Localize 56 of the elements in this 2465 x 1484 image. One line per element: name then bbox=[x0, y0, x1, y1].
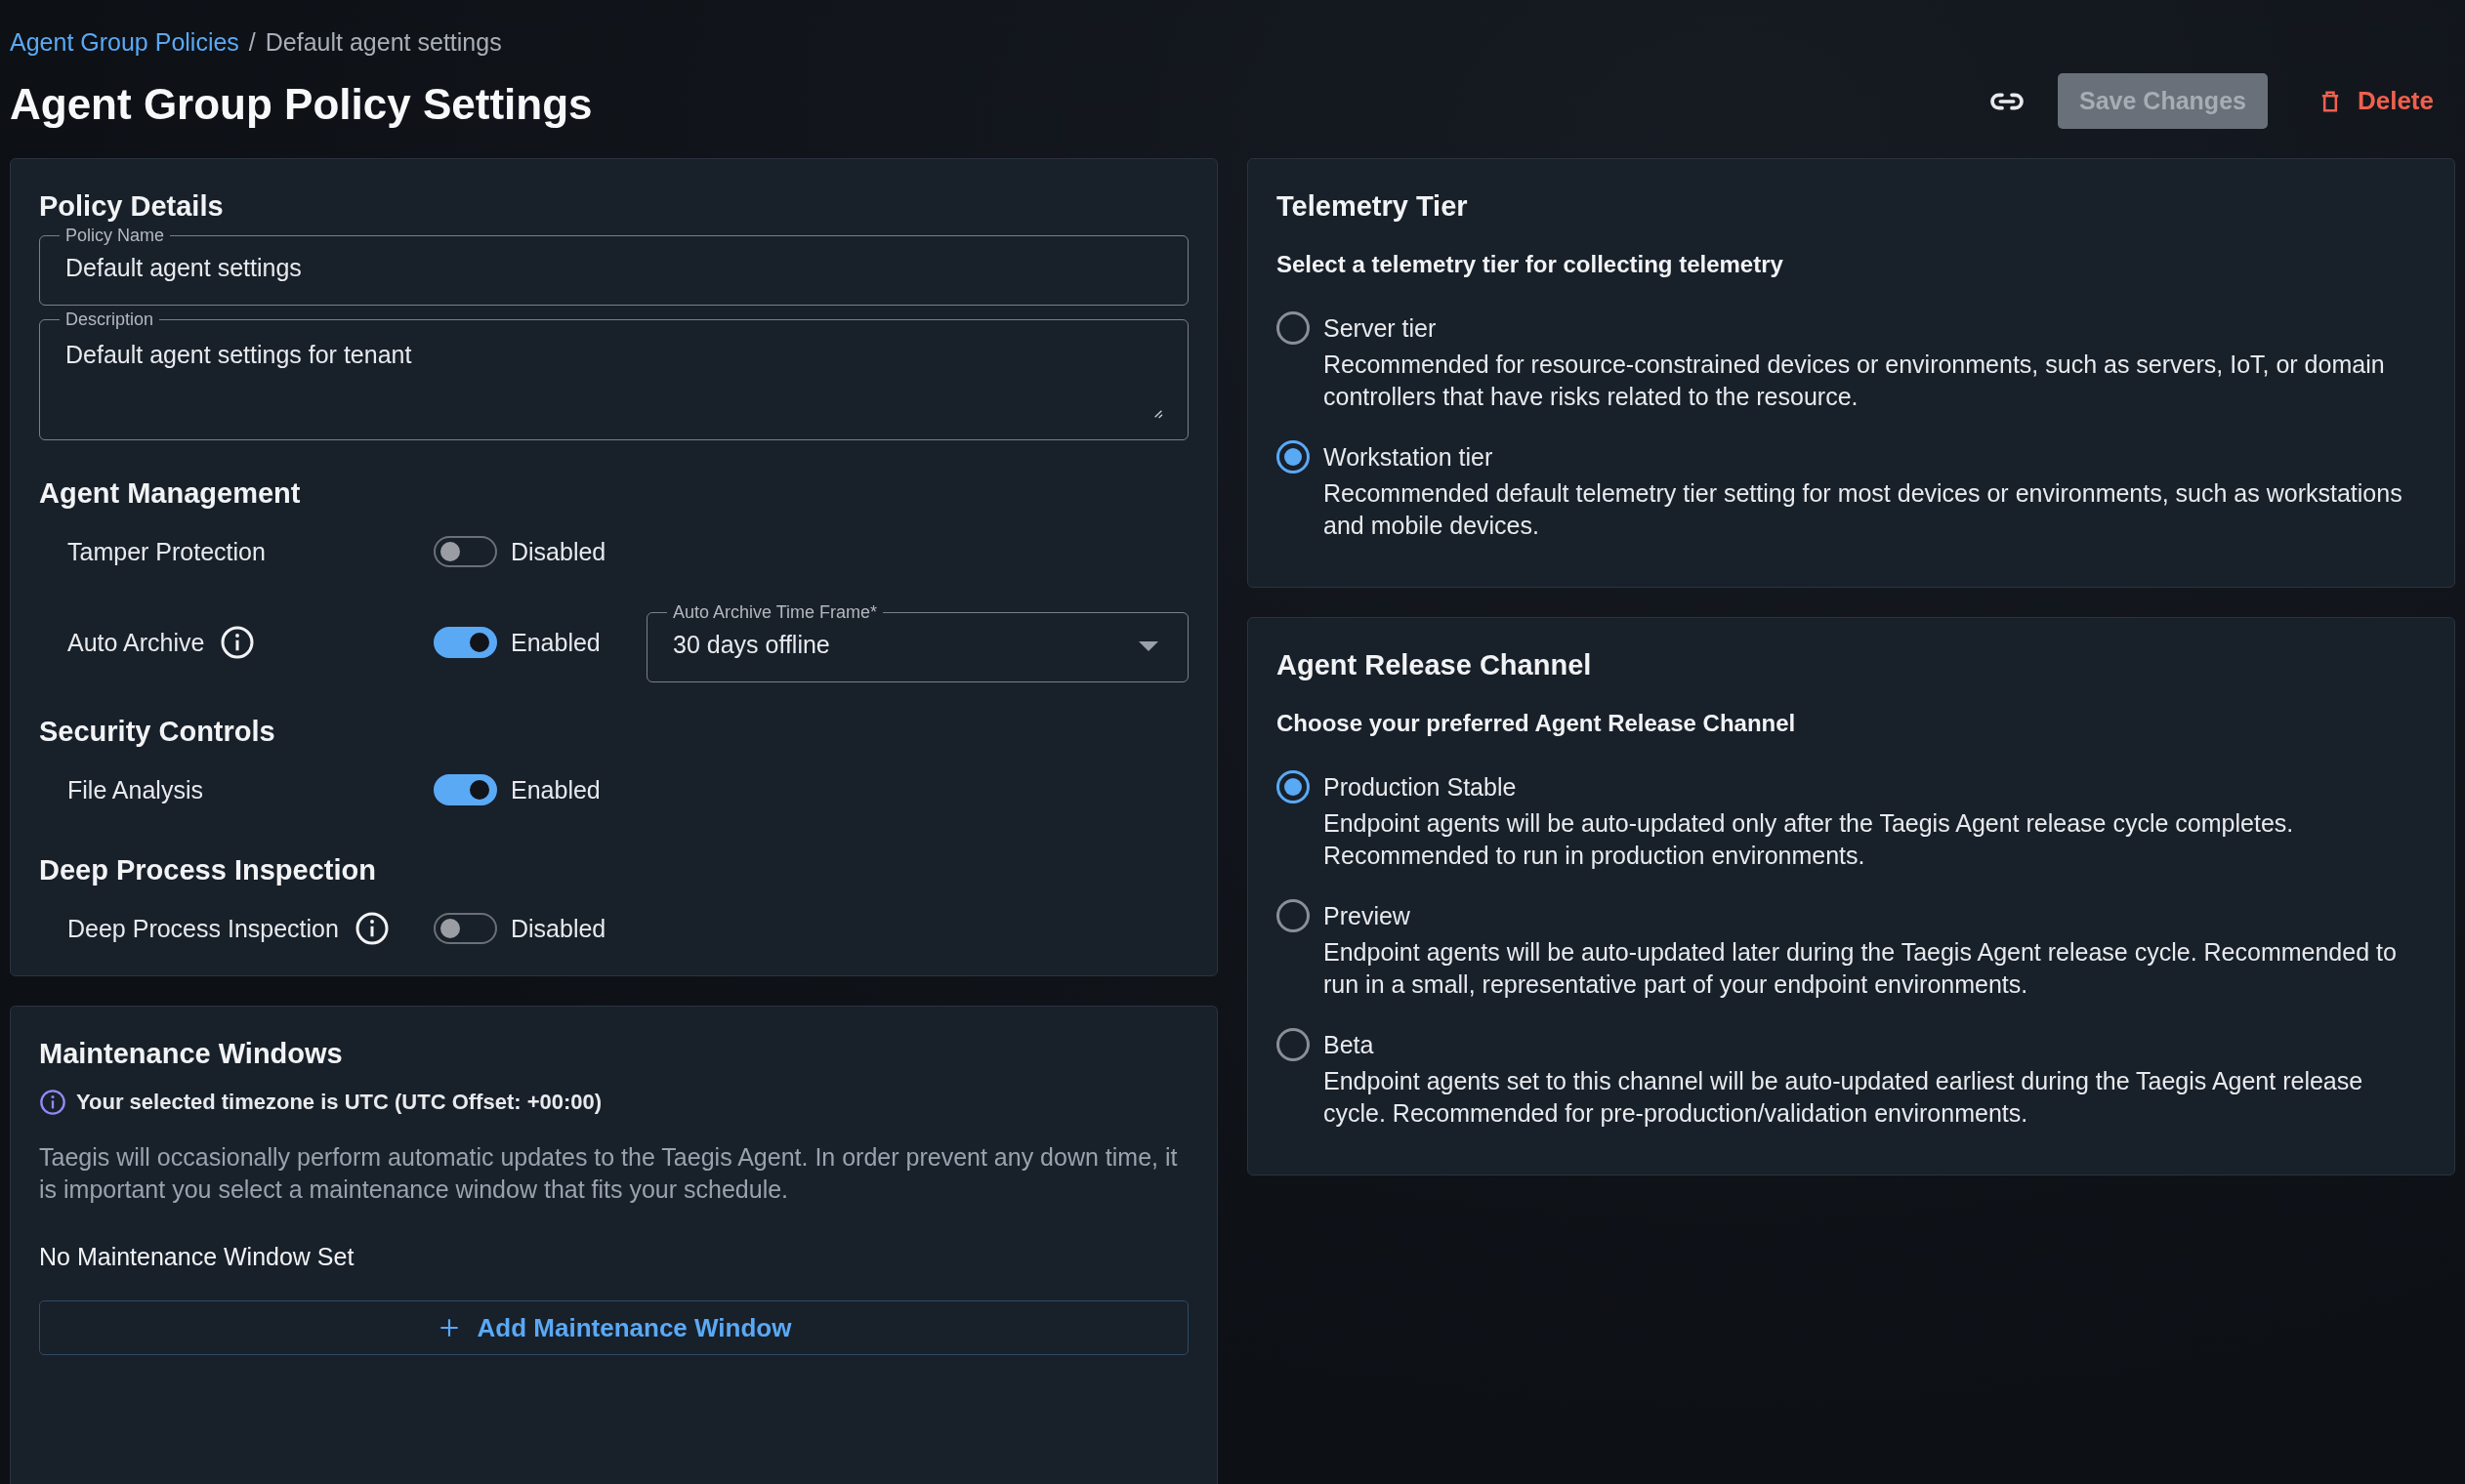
option-description: Endpoint agents will be auto-updated only after the Taegis Agent release cycle completes. Recommended to run in production environments. bbox=[1323, 808, 2295, 871]
option-label: Production Stable bbox=[1323, 772, 1518, 803]
radio-button[interactable] bbox=[1276, 899, 1310, 932]
info-icon bbox=[39, 1089, 66, 1116]
toggle-state-label: Enabled bbox=[511, 628, 601, 657]
card-title: Maintenance Windows bbox=[39, 1037, 344, 1071]
empty-state-text: No Maintenance Window Set bbox=[39, 1243, 355, 1271]
text-field[interactable]: Policy Name Default agent settings bbox=[39, 226, 1189, 306]
setting-label: Auto Archive bbox=[67, 628, 205, 657]
option-description: Recommended for resource-constrained devices or environments, such as servers, IoT, or domain controllers that have risks related to the resource. bbox=[1323, 350, 2386, 412]
delete-button[interactable]: Delete bbox=[2316, 86, 2455, 116]
option-description: Endpoint agents will be auto-updated later during the Taegis Agent release cycle. Recommended to run in a small, representative part of your endpoint environments. bbox=[1323, 937, 2398, 1000]
card-prompt: Select a telemetry tier for collecting telemetry bbox=[1276, 251, 1784, 278]
radio-button[interactable] bbox=[1276, 311, 1310, 345]
option-label: Beta bbox=[1323, 1030, 1375, 1060]
add-maintenance-window-button[interactable]: Add Maintenance Window bbox=[39, 1300, 1189, 1355]
field-label: Policy Name bbox=[64, 226, 166, 245]
toggle-state-label: Disabled bbox=[511, 914, 606, 943]
toggle-switch[interactable] bbox=[434, 774, 497, 805]
setting-label: Tamper Protection bbox=[67, 537, 266, 566]
radio-button[interactable] bbox=[1276, 1028, 1310, 1061]
field-label: Auto Archive Time Frame* bbox=[672, 602, 879, 622]
card-title: Agent Release Channel bbox=[1276, 648, 1593, 682]
section-title: Agent Management bbox=[39, 476, 302, 511]
toggle-switch[interactable] bbox=[434, 536, 497, 567]
option-description: Endpoint agents set to this channel will be auto-updated earliest during the Taegis Agent release cycle. Recommended for pre-production/validation environments. bbox=[1323, 1066, 2364, 1129]
maintenance-description: Taegis will occasionally perform automatic updates to the Taegis Agent. In order prevent any down time, it is important you select a maintenance window that fits your schedule. bbox=[39, 1142, 1179, 1205]
breadcrumb-link[interactable]: Agent Group Policies bbox=[10, 28, 239, 57]
card-prompt: Choose your preferred Agent Release Channel bbox=[1276, 710, 1797, 737]
field-label: Description bbox=[64, 309, 155, 329]
radio-button[interactable] bbox=[1276, 770, 1310, 804]
card-title: Policy Details bbox=[39, 189, 225, 224]
timezone-notice: Your selected timezone is UTC (UTC Offset: +00:00) bbox=[76, 1090, 603, 1115]
text-area[interactable]: Description Default agent settings for tenant bbox=[39, 309, 1189, 440]
field-value: Default agent settings for tenant bbox=[65, 341, 413, 369]
section-title: Deep Process Inspection bbox=[39, 853, 377, 887]
toggle-state-label: Enabled bbox=[511, 775, 601, 804]
page-title: Agent Group Policy Settings bbox=[10, 80, 593, 129]
option-label: Workstation tier bbox=[1323, 442, 1494, 473]
setting-label: File Analysis bbox=[67, 775, 203, 804]
option-label: Preview bbox=[1323, 901, 1411, 931]
section-title: Security Controls bbox=[39, 715, 276, 749]
setting-label: Deep Process Inspection bbox=[67, 914, 339, 943]
field-value: Default agent settings bbox=[65, 254, 303, 282]
toggle-switch[interactable] bbox=[434, 627, 497, 658]
card-title: Telemetry Tier bbox=[1276, 189, 1469, 224]
toggle-switch[interactable] bbox=[434, 913, 497, 944]
toggle-state-label: Disabled bbox=[511, 537, 606, 566]
breadcrumb-current: Default agent settings bbox=[265, 28, 502, 57]
dropdown-field[interactable]: Auto Archive Time Frame* 30 days offline bbox=[647, 602, 1189, 682]
breadcrumb-separator: / bbox=[248, 28, 256, 57]
caret-icon bbox=[1139, 640, 1158, 651]
option-label: Server tier bbox=[1323, 313, 1438, 344]
option-description: Recommended default telemetry tier setting for most devices or environments, such as workstations and mobile devices. bbox=[1323, 478, 2403, 541]
field-value: 30 days offline bbox=[673, 631, 831, 659]
radio-button[interactable] bbox=[1276, 440, 1310, 474]
